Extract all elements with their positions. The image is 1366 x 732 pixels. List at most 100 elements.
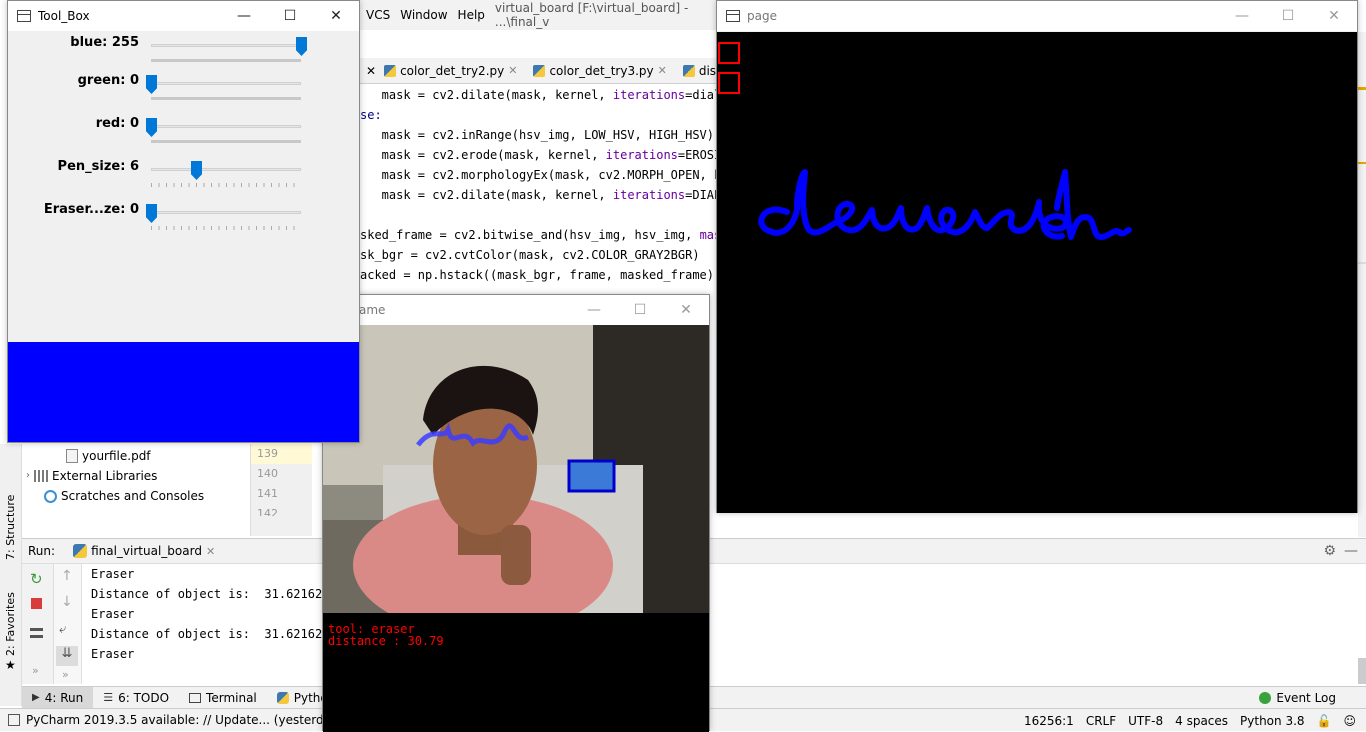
slider-label: blue: 255 [70,35,139,50]
slider-green: green: 0 [8,73,361,113]
status-window-icon[interactable] [8,714,20,726]
frame-titlebar[interactable]: ame — ☐ ✕ [323,295,709,325]
python-icon [276,691,289,704]
slider-track[interactable] [151,44,301,47]
lock-icon[interactable]: 🔓 [1317,714,1332,728]
slider-track[interactable] [151,211,301,214]
slider-thumb[interactable] [146,204,157,223]
close-icon[interactable]: ✕ [206,545,215,558]
window-icon [726,10,740,22]
console-line: Eraser [91,607,135,621]
run-console[interactable]: Eraser Distance of object is: 31.621621 … [82,564,1366,684]
layout-icon[interactable] [30,628,43,638]
slider-thumb[interactable] [296,37,307,56]
run-toolbar: ↻ » [22,564,54,684]
tab-event-log[interactable]: Event Log [1249,687,1346,709]
minimize-icon[interactable]: — [1344,543,1358,559]
python-interpreter[interactable]: Python 3.8 [1240,714,1305,728]
inspector-icon[interactable]: ☺ [1343,714,1356,728]
slider-ticks [151,226,301,230]
toolbox-titlebar[interactable]: Tool_Box — ☐ ✕ [8,1,359,31]
rerun-icon[interactable]: ↻ [30,570,43,588]
soft-wrap-icon[interactable]: ⤶ [59,622,66,637]
slider-label: red: 0 [95,116,139,131]
close-button[interactable]: ✕ [663,295,709,325]
tab-terminal[interactable]: Terminal [179,687,267,709]
slider-track[interactable] [151,82,301,85]
terminal-icon [189,692,202,703]
line-gutter: 139 140 141 142 [250,444,312,536]
slider-thumb[interactable] [146,75,157,94]
more-icon[interactable]: » [62,668,69,681]
run-config-tab[interactable]: final_virtual_board ✕ [73,544,215,558]
stop-icon[interactable] [31,598,42,609]
frame-window: ame — ☐ ✕ tool: eraser distance : 30.79 [322,294,710,732]
code-line: mask = cv2.dilate(mask, kernel, iteratio… [360,188,718,202]
run-toolbar-secondary: ↑ ↓ ⤶ ⇊ » [54,564,82,684]
maximize-button[interactable]: ☐ [1265,1,1311,31]
arrow-down-icon[interactable]: ↓ [61,594,73,610]
maximize-button[interactable]: ☐ [617,295,663,325]
tab-label: color_det_try3.py [549,63,654,78]
close-icon[interactable]: ✕ [508,64,517,77]
event-log-icon [1259,691,1272,704]
menu-help[interactable]: Help [458,8,485,22]
frame-title: ame [359,303,386,317]
caret-position[interactable]: 16256:1 [1024,714,1074,728]
minimize-button[interactable]: — [221,1,267,31]
code-line: mask = cv2.dilate(mask, kernel, iteratio… [360,88,718,102]
more-icon[interactable]: » [32,664,39,677]
code-line: mask = cv2.inRange(hsv_img, LOW_HSV, HIG… [360,128,715,142]
console-scrollbar[interactable] [1358,658,1366,684]
library-icon [34,470,48,482]
webcam-feed [323,325,709,615]
star-icon: ★ [5,658,16,672]
tab-todo[interactable]: ☰ 6: TODO [93,687,179,709]
slider-thumb[interactable] [191,161,202,180]
slider-track[interactable] [151,168,301,171]
tree-item-yourfile[interactable]: yourfile.pdf [66,446,151,466]
code-editor[interactable]: mask = cv2.dilate(mask, kernel, iteratio… [360,85,718,295]
close-icon[interactable]: ✕ [658,64,667,77]
slider-eraser-size: Eraser...ze: 0 [8,202,361,242]
slider-label: Eraser...ze: 0 [43,202,139,217]
tree-item-scratches[interactable]: Scratches and Consoles [44,486,204,506]
line-number: 141 [257,487,278,500]
slider-track[interactable] [151,125,301,128]
page-titlebar[interactable]: page — ☐ ✕ [717,1,1357,31]
tab-color-det-try2[interactable]: color_det_try2.py ✕ [376,58,525,84]
chevron-right-icon[interactable]: › [26,466,30,486]
scroll-to-end-icon[interactable]: ⇊ [56,646,78,666]
tab-color-det-try3[interactable]: color_det_try3.py ✕ [525,58,674,84]
editor-tabs: ✕ color_det_try2.py ✕ color_det_try3.py … [360,58,736,84]
slider-label: green: 0 [77,73,139,88]
ide-window-title: virtual_board [F:\virtual_board] - ...\f… [494,1,689,29]
gear-icon[interactable]: ⚙ [1323,543,1336,559]
slider-thumb[interactable] [146,118,157,137]
close-button[interactable]: ✕ [313,1,359,31]
tab-run[interactable]: ▶ 4: Run [22,686,94,709]
indent-setting[interactable]: 4 spaces [1175,714,1228,728]
minimize-button[interactable]: — [571,295,617,325]
code-line: sked_frame = cv2.bitwise_and(hsv_img, hs… [360,228,718,242]
line-number: 142 [257,507,278,516]
file-encoding[interactable]: UTF-8 [1128,714,1163,728]
close-icon[interactable]: ✕ [366,64,376,78]
play-icon: ▶ [32,692,40,703]
minimize-button[interactable]: — [1219,1,1265,31]
structure-tool-button[interactable]: 7: Structure [4,495,17,560]
menu-vcs[interactable]: VCS [366,8,390,22]
drawing-canvas[interactable] [717,32,1357,513]
line-separator[interactable]: CRLF [1086,714,1116,728]
slider-ticks [151,97,301,100]
menu-window[interactable]: Window [400,8,447,22]
project-tree: yourfile.pdf › External Libraries Scratc… [22,444,250,536]
arrow-up-icon[interactable]: ↑ [61,568,73,584]
tree-item-external-libraries[interactable]: › External Libraries [26,466,157,486]
handwriting-stroke [758,169,1132,240]
maximize-button[interactable]: ☐ [267,1,313,31]
close-button[interactable]: ✕ [1311,1,1357,31]
toolbox-window: Tool_Box — ☐ ✕ blue: 255 green: 0 red: 0… [7,0,360,443]
favorites-tool-button[interactable]: 2: Favorites [4,592,17,656]
